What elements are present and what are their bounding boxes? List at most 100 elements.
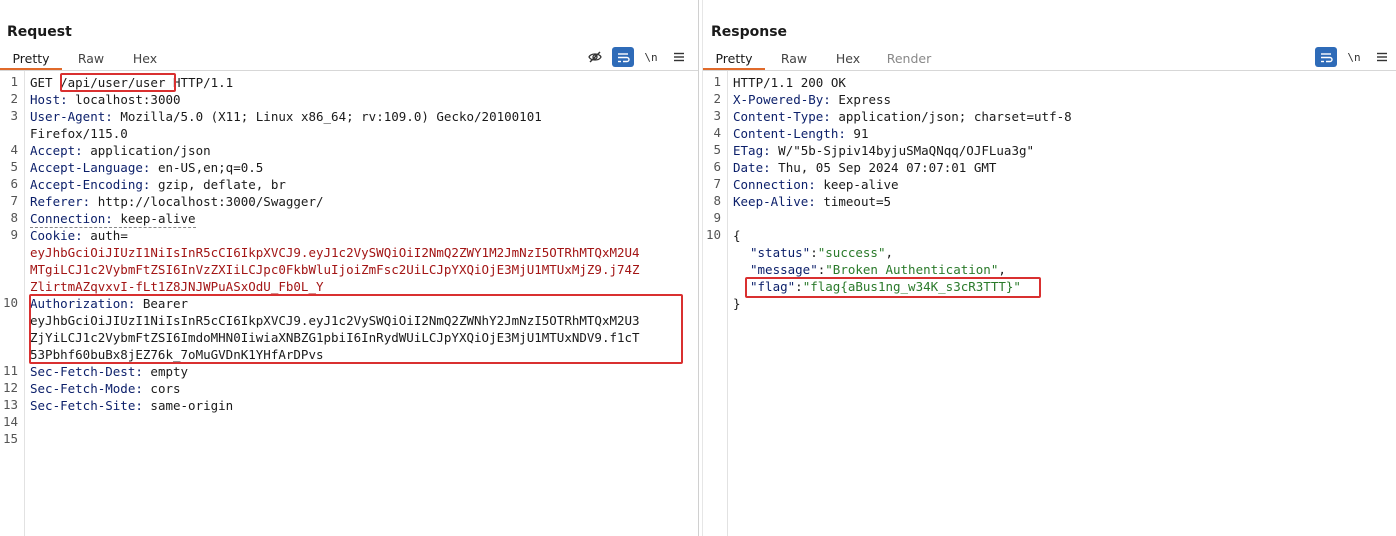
header-etag: ETag: W/"5b-Sjpiv14byjuSMaQNqq/OJFLua3g" <box>733 142 1034 159</box>
header-key: X-Powered-By: <box>733 92 831 107</box>
header-value: W/"5b-Sjpiv14byjuSMaQNqq/OJFLua3g" <box>770 143 1035 158</box>
line-number: 10 <box>705 227 721 242</box>
wrap-icon[interactable] <box>1315 47 1337 67</box>
header-value: timeout=5 <box>815 194 892 209</box>
request-editor[interactable]: 1 2 3 4 5 6 7 8 9 10 11 12 13 14 15 GET … <box>0 71 698 536</box>
json-key: "status" <box>750 245 811 260</box>
wrap-icon[interactable] <box>612 47 634 67</box>
request-path: /api/user/user <box>60 75 166 90</box>
header-key: Connection: <box>733 177 816 192</box>
header-key: Accept-Language: <box>30 160 151 175</box>
json-flag-entry: "flag":"flag{aBus1ng_w34K_s3cR3TTT}" <box>750 278 1021 295</box>
header-key: Content-Length: <box>733 126 846 141</box>
menu-icon[interactable] <box>1371 47 1393 67</box>
header-sec-fetch-site: Sec-Fetch-Site: same-origin <box>30 397 233 414</box>
header-value: Bearer <box>135 296 189 311</box>
header-value: http://localhost:3000/Swagger/ <box>90 194 324 209</box>
line-number: 9 <box>10 227 18 242</box>
header-sec-fetch-mode: Sec-Fetch-Mode: cors <box>30 380 181 397</box>
response-line-gutter: 1 2 3 4 5 6 7 8 9 10 <box>703 71 728 536</box>
tab-raw[interactable]: Raw <box>765 45 823 70</box>
header-value: gzip, deflate, br <box>150 177 286 192</box>
header-key: Connection: <box>30 211 113 226</box>
line-number: 8 <box>10 210 18 225</box>
header-value: cors <box>142 381 181 396</box>
response-tabs: Pretty Raw Hex Render <box>703 45 945 70</box>
menu-icon[interactable] <box>668 47 690 67</box>
line-number: 7 <box>10 193 18 208</box>
cookie-token-part: eyJhbGciOiJIUzI1NiIsInR5cCI6IkpXVCJ9.eyJ… <box>30 245 640 260</box>
header-sec-fetch-dest: Sec-Fetch-Dest: empty <box>30 363 188 380</box>
header-value: keep-alive <box>815 177 899 192</box>
line-number: 6 <box>713 159 721 174</box>
tab-hex[interactable]: Hex <box>823 45 873 70</box>
response-panel: Response Pretty Raw Hex Render \n 1 2 3 … <box>703 0 1396 536</box>
header-value: localhost:3000 <box>67 92 181 107</box>
header-value: en-US,en;q=0.5 <box>150 160 264 175</box>
line-number: 13 <box>2 397 18 412</box>
header-key: Cookie: <box>30 228 83 243</box>
newline-toggle[interactable]: \n <box>1343 47 1365 67</box>
response-toolbar: \n <box>1309 47 1393 67</box>
line-number: 1 <box>10 74 18 89</box>
json-value: "Broken Authentication" <box>825 262 999 277</box>
response-title: Response <box>711 24 788 40</box>
header-value: Mozilla/5.0 (X11; Linux x86_64; rv:109.0… <box>112 109 542 124</box>
status-line: HTTP/1.1 200 OK <box>733 75 846 90</box>
request-tabs: Pretty Raw Hex <box>0 45 170 70</box>
json-comma: , <box>885 245 894 260</box>
line-number: 7 <box>713 176 721 191</box>
request-title: Request <box>7 24 72 40</box>
json-message-entry: "message":"Broken Authentication", <box>750 261 1006 278</box>
eye-off-icon[interactable] <box>584 47 606 67</box>
header-accept-encoding: Accept-Encoding: gzip, deflate, br <box>30 176 286 193</box>
http-protocol: HTTP/1.1 <box>165 75 234 90</box>
cookie-token-part: MTgiLCJ1c2VybmFtZSI6InVzZXIiLCJpc0FkbWlu… <box>30 262 640 277</box>
header-value: Thu, 05 Sep 2024 07:07:01 GMT <box>770 160 997 175</box>
header-referer: Referer: http://localhost:3000/Swagger/ <box>30 193 324 210</box>
tab-raw[interactable]: Raw <box>62 45 120 70</box>
header-key: Date: <box>733 160 771 175</box>
bearer-token-part: eyJhbGciOiJIUzI1NiIsInR5cCI6IkpXVCJ9.eyJ… <box>30 313 640 328</box>
line-number: 8 <box>713 193 721 208</box>
header-keep-alive: Keep-Alive: timeout=5 <box>733 193 891 210</box>
tab-pretty[interactable]: Pretty <box>703 45 765 70</box>
header-key: Sec-Fetch-Mode: <box>30 381 143 396</box>
header-connection: Connection: keep-alive <box>733 176 899 193</box>
tab-hex[interactable]: Hex <box>120 45 170 70</box>
header-value: Express <box>830 92 892 107</box>
tab-render[interactable]: Render <box>873 45 945 70</box>
json-comma: , <box>998 262 1006 277</box>
header-value: empty <box>142 364 189 379</box>
header-key: Accept: <box>30 143 83 158</box>
tab-pretty[interactable]: Pretty <box>0 45 62 70</box>
line-number: 14 <box>2 414 18 429</box>
header-accept-language: Accept-Language: en-US,en;q=0.5 <box>30 159 263 176</box>
line-number: 4 <box>10 142 18 157</box>
header-key: Sec-Fetch-Site: <box>30 398 143 413</box>
json-value: "success" <box>817 245 886 260</box>
response-editor[interactable]: 1 2 3 4 5 6 7 8 9 10 HTTP/1.1 200 OK X-P… <box>703 71 1396 536</box>
header-connection: Connection: keep-alive <box>30 210 196 228</box>
line-number: 6 <box>10 176 18 191</box>
header-user-agent: User-Agent: Mozilla/5.0 (X11; Linux x86_… <box>30 108 542 125</box>
cookie-token-part: ZlirtmAZqvxvI-fLt1Z8JNJWPuASxOdU_Fb0L_Y <box>30 279 324 294</box>
bearer-token-part: ZjYiLCJ1c2VybmFtZSI6ImdoMHN0IiwiaXNBZG1p… <box>30 330 640 345</box>
header-key: ETag: <box>733 143 771 158</box>
header-user-agent-cont: Firefox/115.0 <box>30 126 128 141</box>
line-number: 15 <box>2 431 18 446</box>
json-open-brace: { <box>733 228 741 243</box>
newline-toggle[interactable]: \n <box>640 47 662 67</box>
header-value: keep-alive <box>112 211 196 226</box>
line-number: 9 <box>713 210 721 225</box>
json-key: "flag" <box>750 279 796 294</box>
bearer-token-part: 53Pbhf60buBx8jEZ76k_7oMuGVDnK1YHfArDPvs <box>30 347 324 362</box>
header-x-powered-by: X-Powered-By: Express <box>733 91 891 108</box>
header-value: same-origin <box>142 398 234 413</box>
header-key: Accept-Encoding: <box>30 177 151 192</box>
json-key: "message" <box>750 262 818 277</box>
header-key: Content-Type: <box>733 109 831 124</box>
line-number: 1 <box>713 74 721 89</box>
request-toolbar: \n <box>578 47 690 67</box>
header-key: User-Agent: <box>30 109 113 124</box>
